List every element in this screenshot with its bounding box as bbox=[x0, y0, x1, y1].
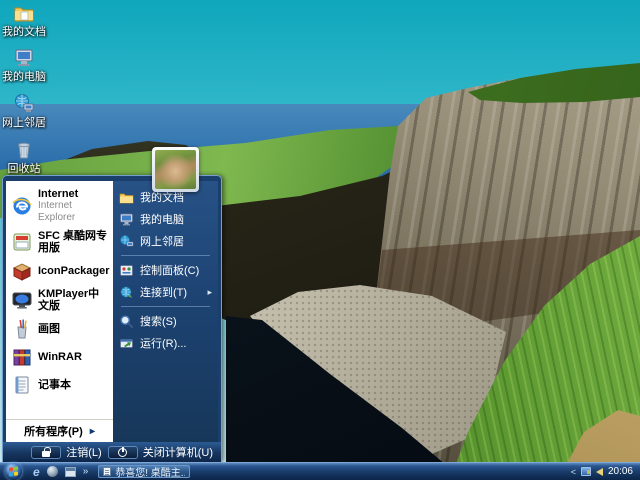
all-programs-arrow-icon: ▸ bbox=[90, 426, 95, 437]
menu-item-label: 控制面板(C) bbox=[140, 262, 199, 278]
desktop: 我的文档 我的电脑 网上邻居 回收站 bbox=[0, 0, 640, 480]
menu-item-label: WinRAR bbox=[38, 351, 82, 363]
menu-item-label: IconPackager bbox=[38, 265, 110, 277]
winrar-icon bbox=[11, 346, 33, 368]
log-off-label: 注销(L) bbox=[66, 444, 101, 460]
all-programs-label: 所有程序(P) bbox=[24, 423, 83, 439]
menu-item-winrar[interactable]: WinRAR bbox=[6, 343, 113, 371]
menu-item-run[interactable]: 运行(R)... bbox=[113, 332, 218, 354]
menu-item-label: 记事本 bbox=[38, 379, 71, 391]
start-menu-left-column: Internet Internet Explorer SFC 桌酷网专用版 bbox=[6, 181, 113, 442]
windows-orb-icon bbox=[9, 466, 18, 476]
menu-item-label: 网上邻居 bbox=[140, 233, 184, 249]
quick-launch-ie-icon[interactable]: e bbox=[33, 466, 40, 478]
menu-item-internet[interactable]: Internet Internet Explorer bbox=[6, 185, 113, 227]
task-button[interactable]: 恭喜您! 桌酷主... bbox=[98, 465, 190, 478]
recycle-bin-icon bbox=[13, 139, 35, 161]
menu-item-kmplayer[interactable]: KMPlayer中文版 bbox=[6, 285, 113, 315]
menu-item-network-places[interactable]: 网上邻居 bbox=[113, 230, 218, 252]
my-computer-icon bbox=[13, 47, 35, 69]
paint-icon bbox=[11, 318, 33, 340]
desktop-icon-label: 我的文档 bbox=[0, 26, 48, 38]
search-icon bbox=[119, 314, 134, 329]
my-documents-icon bbox=[13, 2, 35, 24]
start-menu-footer: 注销(L) 关闭计算机(U) bbox=[3, 442, 221, 462]
user-picture-frame[interactable] bbox=[152, 147, 199, 192]
desktop-icon-my-computer[interactable]: 我的电脑 bbox=[0, 47, 48, 83]
menu-item-label: Internet bbox=[38, 188, 78, 200]
system-tray: < 20:06 bbox=[571, 466, 640, 477]
log-off-button[interactable]: 注销(L) bbox=[31, 444, 101, 460]
desktop-icon-recycle-bin[interactable]: 回收站 bbox=[0, 139, 48, 175]
lock-icon bbox=[42, 451, 50, 457]
desktop-icon-network-places[interactable]: 网上邻居 bbox=[0, 93, 48, 129]
internet-explorer-icon bbox=[11, 195, 33, 217]
desktop-icon-my-documents[interactable]: 我的文档 bbox=[0, 2, 48, 38]
taskbar: e » 恭喜您! 桌酷主... < 20:06 bbox=[0, 462, 640, 480]
menu-item-label: SFC 桌酷网专用版 bbox=[38, 230, 110, 254]
menu-item-label: 运行(R)... bbox=[140, 335, 186, 351]
menu-item-sfc[interactable]: SFC 桌酷网专用版 bbox=[6, 227, 113, 257]
task-button-document-icon bbox=[103, 467, 111, 476]
start-button[interactable] bbox=[5, 463, 22, 480]
tray-volume-icon[interactable] bbox=[596, 468, 603, 476]
iconpackager-icon bbox=[11, 260, 33, 282]
all-programs-button[interactable]: 所有程序(P) ▸ bbox=[6, 419, 113, 442]
menu-item-label: 连接到(T) bbox=[140, 284, 187, 300]
menu-item-label: KMPlayer中文版 bbox=[38, 288, 110, 312]
notepad-icon bbox=[11, 374, 33, 396]
quick-launch-globe-icon[interactable] bbox=[47, 466, 58, 477]
menu-item-my-computer[interactable]: 我的电脑 bbox=[113, 208, 218, 230]
taskbar-clock: 20:06 bbox=[608, 466, 633, 477]
menu-item-label: 画图 bbox=[38, 323, 60, 335]
shut-down-button[interactable]: 关闭计算机(U) bbox=[108, 444, 213, 460]
menu-item-iconpackager[interactable]: IconPackager bbox=[6, 257, 113, 285]
network-places-icon bbox=[13, 93, 35, 115]
menu-separator bbox=[121, 255, 210, 256]
shut-down-label: 关闭计算机(U) bbox=[143, 444, 213, 460]
menu-item-label: 我的电脑 bbox=[140, 211, 184, 227]
start-menu-right-column: 我的文档 我的电脑 bbox=[113, 181, 218, 442]
connect-to-icon bbox=[119, 285, 134, 300]
run-icon bbox=[119, 336, 134, 351]
network-places-icon bbox=[119, 234, 134, 249]
tray-collapse-chevron[interactable]: < bbox=[571, 467, 576, 477]
menu-item-paint[interactable]: 画图 bbox=[6, 315, 113, 343]
menu-item-label: 搜索(S) bbox=[140, 313, 177, 329]
menu-separator bbox=[121, 306, 210, 307]
desktop-icon-label: 回收站 bbox=[0, 163, 48, 175]
menu-item-notepad[interactable]: 记事本 bbox=[6, 371, 113, 399]
my-documents-icon bbox=[119, 190, 134, 205]
start-menu-body: Internet Internet Explorer SFC 桌酷网专用版 bbox=[6, 181, 218, 442]
desktop-icon-label: 我的电脑 bbox=[0, 71, 48, 83]
menu-item-control-panel[interactable]: 控制面板(C) bbox=[113, 259, 218, 281]
task-button-label: 恭喜您! 桌酷主... bbox=[115, 465, 185, 478]
quick-launch-overflow-chevron[interactable]: » bbox=[83, 467, 89, 477]
submenu-arrow-icon: ▸ bbox=[207, 287, 212, 298]
quick-launch-window-icon[interactable] bbox=[65, 467, 76, 477]
menu-item-search[interactable]: 搜索(S) bbox=[113, 310, 218, 332]
quick-launch-bar: e » bbox=[33, 466, 88, 478]
power-icon bbox=[118, 448, 127, 457]
my-computer-icon bbox=[119, 212, 134, 227]
user-photo bbox=[155, 150, 196, 189]
control-panel-icon bbox=[119, 263, 134, 278]
menu-item-connect-to[interactable]: 连接到(T) ▸ bbox=[113, 281, 218, 303]
start-menu: Internet Internet Explorer SFC 桌酷网专用版 bbox=[2, 175, 222, 462]
menu-item-sublabel: Internet Explorer bbox=[38, 200, 110, 224]
desktop-icon-label: 网上邻居 bbox=[0, 117, 48, 129]
sfc-app-icon bbox=[11, 231, 33, 253]
kmplayer-icon bbox=[11, 289, 33, 311]
